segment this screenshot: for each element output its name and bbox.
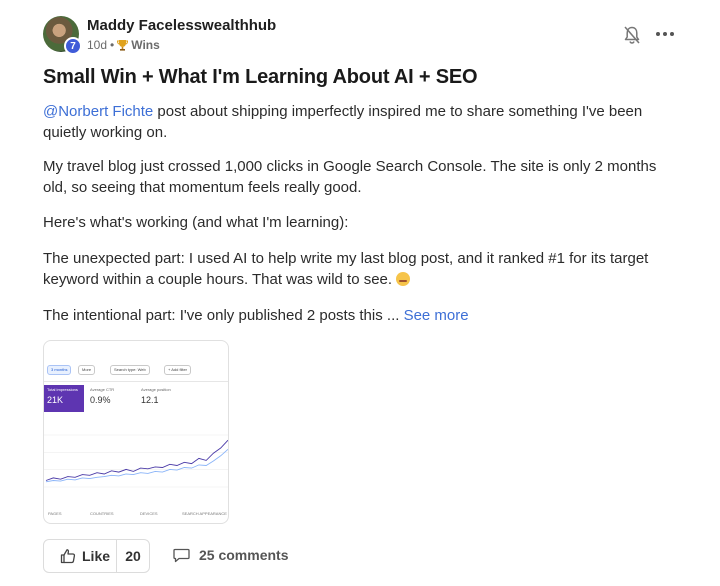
post-title: Small Win + What I'm Learning About AI +… (43, 66, 478, 88)
like-label: Like (82, 548, 111, 564)
image-attachment[interactable]: 3 months More Search type: Web + Add fil… (43, 340, 229, 524)
comment-icon (173, 548, 190, 563)
metric-label: Total impressions (47, 387, 78, 392)
post-age: 10d (87, 38, 108, 52)
metric-card: Average CTR 0.9% (87, 385, 133, 412)
comments-count: 25 comments (199, 547, 289, 563)
dot (670, 32, 674, 36)
report-tab: SEARCH APPEARANCE (182, 511, 227, 516)
post-paragraph-4: The unexpected part: I used AI to help w… (43, 248, 683, 290)
exploding-head-emoji-icon (396, 272, 411, 286)
metric-value: 21K (47, 395, 64, 405)
dot (663, 32, 667, 36)
paragraph-text: The intentional part: I've only publishe… (43, 307, 404, 324)
filter-chip: 3 months (47, 365, 72, 375)
dot (656, 32, 660, 36)
comments-button[interactable]: 25 comments (173, 547, 288, 563)
filter-chip: + Add filter (164, 365, 192, 375)
more-options-icon[interactable] (656, 28, 676, 40)
post-paragraph-1: @Norbert Fichte post about shipping impe… (43, 101, 683, 143)
report-tab: PAGES (48, 511, 62, 516)
like-button[interactable]: Like (44, 540, 117, 572)
metric-label: Average CTR (90, 387, 115, 392)
mention-link[interactable]: @Norbert Fichte (43, 103, 153, 120)
metric-card: Total impressions 21K (44, 385, 84, 412)
filter-toolbar: 3 months More Search type: Web + Add fil… (44, 365, 228, 375)
report-tabs: PAGES COUNTRIES DEVICES SEARCH APPEARANC… (44, 511, 228, 519)
like-control: Like 20 (43, 539, 150, 573)
metric-label: Average position (141, 387, 171, 392)
series-line (45, 439, 228, 481)
trophy-icon (117, 40, 129, 51)
like-count[interactable]: 20 (117, 548, 149, 564)
post-paragraph-5: The intentional part: I've only publishe… (43, 305, 683, 326)
report-tab: DEVICES (140, 511, 158, 516)
filter-chip: Search type: Web (110, 365, 150, 375)
level-badge: 7 (64, 37, 82, 55)
author-name[interactable]: Maddy Facelesswealthhub (87, 17, 276, 34)
post-paragraph-2: My travel blog just crossed 1,000 clicks… (43, 158, 657, 196)
filter-chip: More (78, 365, 96, 375)
bell-icon[interactable] (623, 25, 641, 45)
author-avatar[interactable]: 7 (43, 16, 82, 55)
see-more-link[interactable]: See more (404, 307, 469, 324)
metric-value: 12.1 (141, 395, 159, 405)
post-category[interactable]: Wins (131, 38, 160, 52)
report-tab: COUNTRIES (90, 511, 114, 516)
post-meta: 10d • Wins (87, 38, 160, 52)
metric-value: 0.9% (90, 395, 111, 405)
performance-chart (44, 434, 228, 488)
divider (44, 381, 228, 382)
thumbs-up-icon (60, 549, 76, 564)
meta-separator: • (110, 38, 115, 52)
post-paragraph-3: Here's what's working (and what I'm lear… (43, 214, 349, 231)
community-post: 7 Maddy Facelesswealthhub 10d • Wins Sma… (0, 0, 720, 586)
paragraph-text: The unexpected part: I used AI to help w… (43, 250, 649, 288)
metric-card: Average position 12.1 (138, 385, 184, 412)
